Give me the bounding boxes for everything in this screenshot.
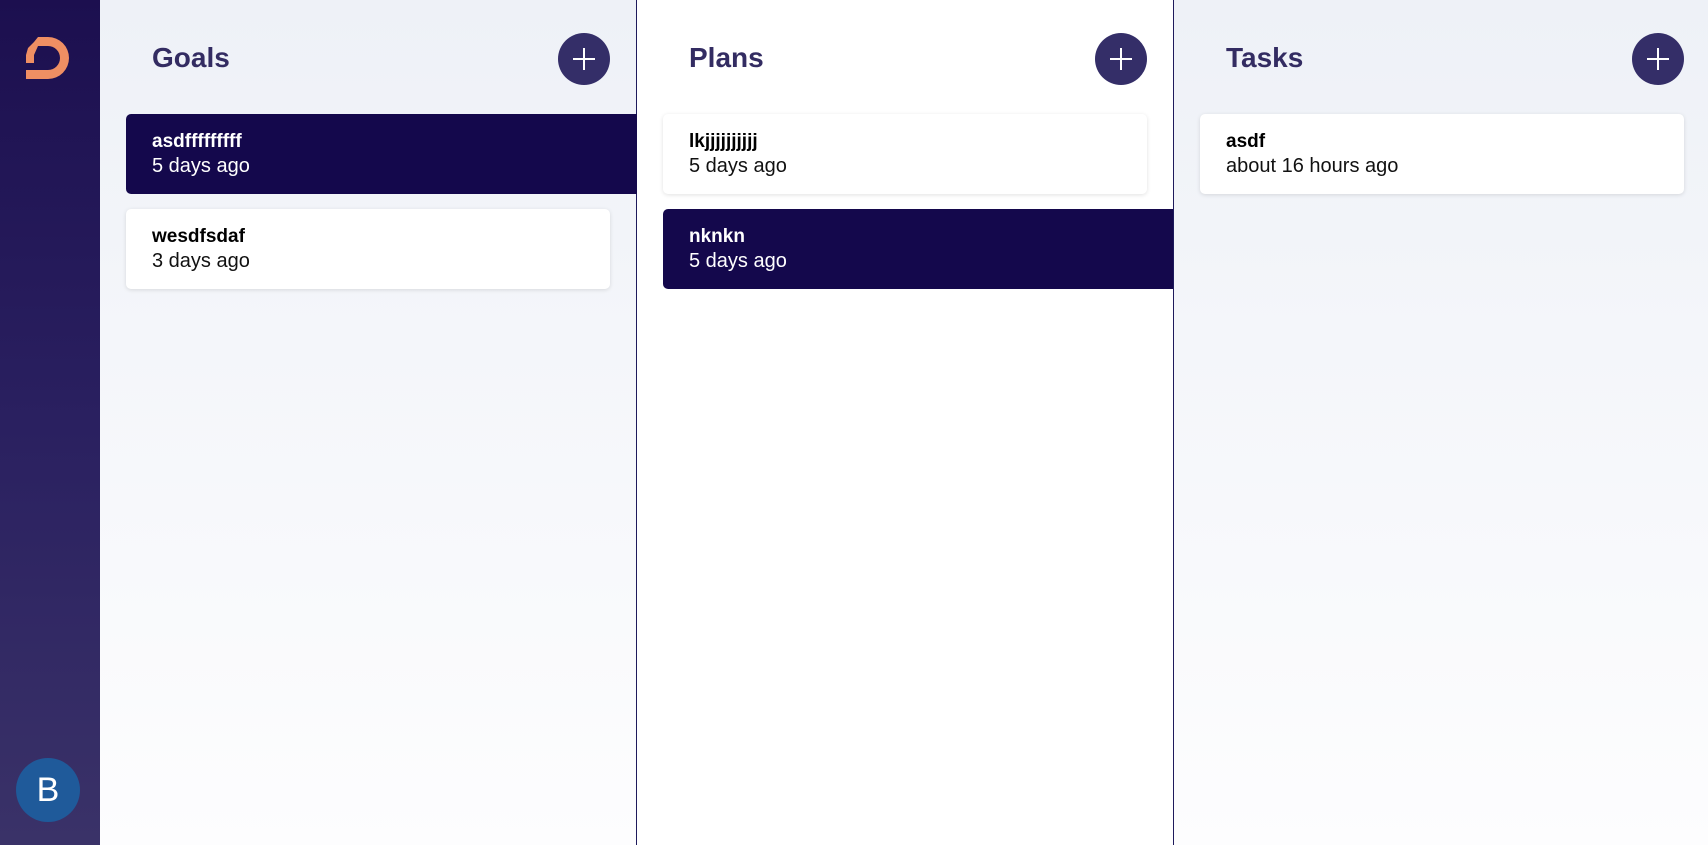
plan-card-time: 5 days ago — [689, 155, 787, 177]
add-task-button[interactable] — [1632, 33, 1684, 85]
plus-icon — [573, 48, 595, 70]
logo-icon[interactable] — [24, 33, 74, 83]
task-card[interactable]: asdf about 16 hours ago — [1200, 114, 1684, 194]
plan-card[interactable]: nknkn 5 days ago — [663, 209, 1173, 289]
goal-card-title: wesdfsdaf — [152, 226, 245, 247]
plans-column: Plans lkjjjjjjjjjj 5 days ago nknkn 5 da… — [637, 0, 1174, 845]
goal-card-time: 3 days ago — [152, 250, 250, 272]
add-plan-button[interactable] — [1095, 33, 1147, 85]
plan-card-time: 5 days ago — [689, 250, 787, 272]
task-card-time: about 16 hours ago — [1226, 155, 1399, 177]
plans-title: Plans — [689, 42, 764, 73]
plus-icon — [1647, 48, 1669, 70]
goal-card[interactable]: wesdfsdaf 3 days ago — [126, 209, 610, 289]
goal-card[interactable]: asdfffffffff 5 days ago — [126, 114, 637, 194]
plan-card-title: lkjjjjjjjjjj — [689, 131, 758, 152]
goal-card-time: 5 days ago — [152, 155, 250, 177]
user-avatar[interactable]: B — [16, 758, 80, 822]
tasks-column: Tasks asdf about 16 hours ago — [1174, 0, 1708, 845]
task-card-title: asdf — [1226, 131, 1266, 152]
plan-card-title: nknkn — [689, 226, 745, 247]
tasks-title: Tasks — [1226, 42, 1304, 73]
avatar-initial: B — [36, 770, 60, 809]
plan-card[interactable]: lkjjjjjjjjjj 5 days ago — [663, 114, 1147, 194]
goals-title: Goals — [152, 42, 230, 73]
goals-column: Goals asdfffffffff 5 days ago wesdfsdaf … — [100, 0, 637, 845]
add-goal-button[interactable] — [558, 33, 610, 85]
sidebar: B — [0, 0, 100, 845]
goal-card-title: asdfffffffff — [152, 131, 242, 152]
plus-icon — [1110, 48, 1132, 70]
